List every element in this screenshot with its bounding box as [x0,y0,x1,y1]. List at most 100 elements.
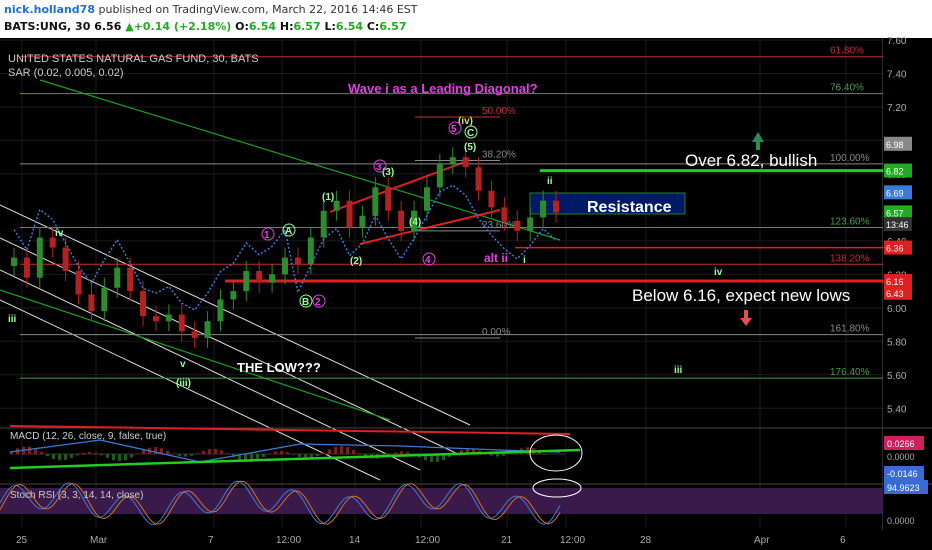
macd-histogram-bar [106,454,109,458]
fib-label: 100.00% [830,153,870,164]
price-tick-label: 6.00 [887,304,907,315]
candle-body [256,271,263,283]
macd-histogram-bar [64,454,67,460]
macd-histogram-bar [112,454,115,461]
macd-histogram-bar [316,454,319,457]
candle-body [449,157,456,164]
time-tick-label: 12:00 [276,535,301,546]
candle-body [230,291,237,300]
macd-histogram-bar [52,454,55,459]
wave-label: A [285,226,292,237]
candle-body [282,257,288,275]
fib-label: 23.60% [482,220,516,231]
wave-label: 2 [315,297,321,308]
time-tick-label: 12:00 [560,535,585,546]
headline-annotation: Wave i as a Leading Diagonal? [348,81,538,96]
candle-body [320,210,327,238]
price-tick-label: 5.80 [887,337,907,348]
time-tick-label: Apr [754,535,770,546]
wave-label: iv [55,228,64,239]
wave-label: iii [674,365,683,376]
price-tick-label: 5.40 [887,404,907,415]
wave-label: 5 [451,124,457,135]
macd-histogram-bar [40,452,43,455]
time-tick-label: 14 [349,535,361,546]
macd-histogram-bar [280,451,283,455]
macd-histogram-bar [196,453,199,455]
macd-histogram-bar [88,451,91,455]
time-tick-label: 28 [640,535,652,546]
macd-histogram-bar [130,454,133,458]
price-tag-label: 6.82 [886,167,904,177]
candle-body [540,200,547,218]
price-tick-label: 7.40 [887,69,907,80]
wave-label: C [467,128,474,139]
alt-ii-label: alt ii [484,251,508,265]
wave-label: (5) [464,142,476,153]
macd-histogram-bar [154,447,157,455]
macd-histogram-bar [166,450,169,455]
macd-histogram-bar [70,454,73,458]
macd-histogram-bar [328,449,331,455]
fib-label: 38.20% [482,150,516,161]
price-tick-label: 7.20 [887,103,907,114]
the-low-label: THE LOW??? [237,360,321,375]
macd-histogram-bar [322,452,325,455]
macd-histogram-bar [100,454,103,456]
wave-label: 4 [425,255,431,266]
macd-histogram-bar [94,452,97,455]
price-tag-label: 6.69 [886,188,904,198]
bearish-annotation: Below 6.16, expect new lows [632,286,850,305]
stoch-label: Stoch RSI (3, 3, 14, 14, close) [10,490,143,501]
macd-histogram-bar [136,453,139,455]
candle-body [49,237,56,248]
candle-body [436,163,443,188]
chart-title: UNITED STATES NATURAL GAS FUND, 30, BATS [8,53,259,65]
macd-zero-label: 0.0000 [887,452,915,462]
macd-histogram-bar [502,454,505,456]
macd-histogram-bar [190,454,193,456]
fib-label: 123.60% [830,216,870,227]
macd-histogram-bar [346,447,349,455]
macd-histogram-bar [334,446,337,455]
macd-histogram-bar [142,450,145,455]
time-tick-label: 25 [16,535,28,546]
macd-histogram-bar [298,454,301,457]
wave-label: v [180,359,186,370]
macd-histogram-bar [544,454,547,455]
macd-histogram-bar [292,454,295,455]
candle-body [152,316,159,322]
macd-histogram-bar [202,450,205,455]
candle-body [462,157,469,168]
candle-body [101,287,108,312]
macd-histogram-bar [394,452,397,455]
wave-label: ii [547,176,553,187]
wave-label: (2) [350,256,362,267]
fib-label: 61.80% [830,46,864,57]
candle-body [191,331,198,338]
candle-body [488,190,495,208]
macd-histogram-bar [58,454,61,461]
wave-label: (1) [322,192,334,203]
candle-body [333,200,340,211]
macd-histogram-bar [490,454,493,456]
price-chart[interactable]: 61.80%76.40%50.00%100.00%38.20%123.60%23… [0,0,932,550]
macd-histogram-bar [268,453,271,455]
bullish-annotation: Over 6.82, bullish [685,151,817,170]
time-axis[interactable]: 25 Mar 7 12:00 14 12:00 21 12:00 28 Apr 6 [0,530,932,550]
macd-histogram-bar [400,451,403,455]
macd-histogram-bar [76,454,79,456]
candle-body [165,314,172,322]
time-tick-label: 12:00 [415,535,440,546]
candle-body [23,257,30,278]
price-tag-label: 13:46 [886,220,909,230]
wave-label: iv [714,267,723,278]
macd-histogram-bar [184,454,187,457]
wave-label: (iii) [176,378,191,389]
time-tick-label: Mar [90,535,108,546]
macd-histogram-bar [262,454,265,458]
candle-body [514,220,521,231]
macd-histogram-bar [178,454,181,456]
candle-body [140,291,147,317]
wave-label: i [523,255,526,266]
